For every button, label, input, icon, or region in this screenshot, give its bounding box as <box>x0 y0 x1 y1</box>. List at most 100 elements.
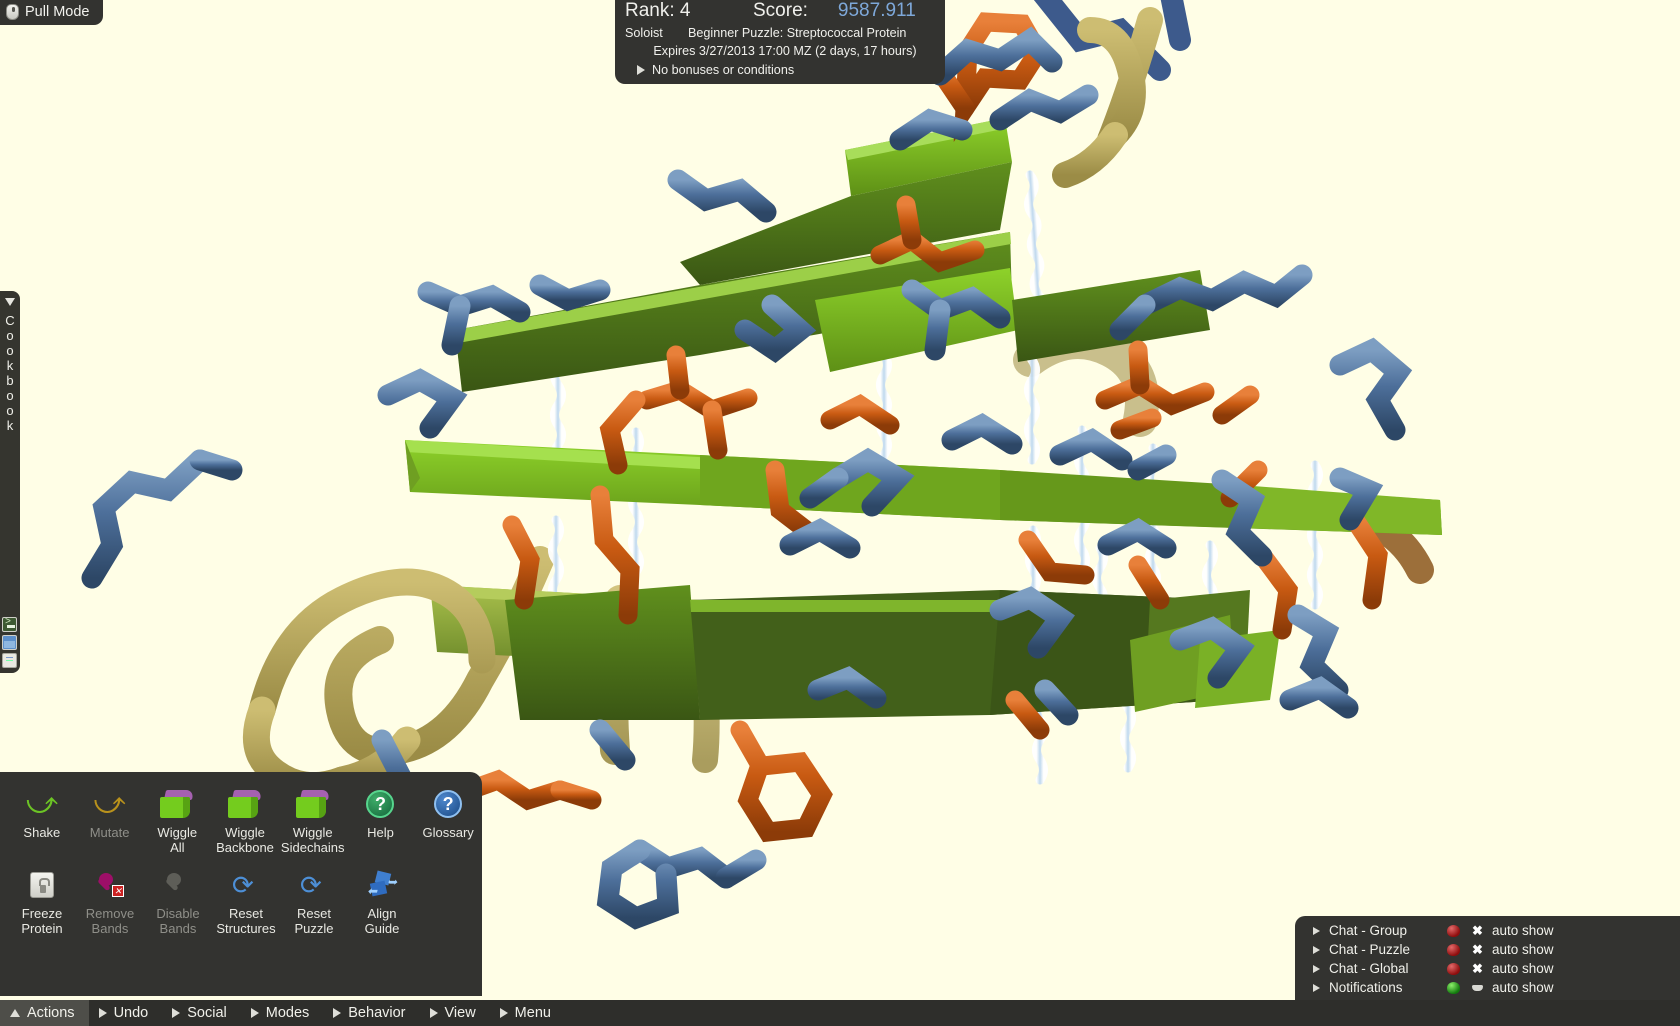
menu-item-social[interactable]: Social <box>162 1000 241 1026</box>
player-type-label: Soloist <box>625 26 688 41</box>
cookbook-panel[interactable]: C o o k b o o k <box>0 291 20 673</box>
reset-puzzle-button[interactable]: ⟳ Reset Puzzle <box>280 867 348 936</box>
lock-icon <box>30 867 54 903</box>
band-disable-icon <box>163 867 193 903</box>
tool-label: Mutate <box>90 826 130 841</box>
puzzle-name-label: Beginner Puzzle: Streptococcal Protein <box>688 26 906 41</box>
menu-item-actions[interactable]: Actions <box>0 1000 89 1026</box>
triangle-right-icon <box>430 1008 438 1018</box>
x-icon[interactable]: ✖ <box>1471 961 1484 977</box>
tool-label: Shake <box>23 826 60 841</box>
chat-row-puzzle[interactable]: Chat - Puzzle ✖ auto show <box>1295 940 1680 959</box>
align-guide-icon: ➥⬅ <box>367 867 397 903</box>
tool-label: Help <box>367 826 394 841</box>
tool-label: Wiggle All <box>157 826 197 855</box>
triangle-right-icon <box>172 1008 180 1018</box>
triangle-right-icon <box>251 1008 259 1018</box>
chevron-right-icon[interactable] <box>1313 927 1320 935</box>
chevron-right-icon[interactable] <box>1313 946 1320 954</box>
chevron-down-icon[interactable] <box>5 298 15 306</box>
terminal-icon[interactable] <box>2 617 17 632</box>
disable-bands-button[interactable]: Disable Bands <box>144 867 212 936</box>
help-button[interactable]: ? Help <box>347 786 415 855</box>
mouse-icon <box>6 4 19 20</box>
chat-panel: Chat - Group ✖ auto show Chat - Puzzle ✖… <box>1295 916 1680 1000</box>
menu-label: Modes <box>266 1005 310 1021</box>
chat-label: Chat - Puzzle <box>1329 942 1447 957</box>
tool-label: Freeze Protein <box>21 907 62 936</box>
menu-label: Undo <box>114 1005 149 1021</box>
cookbook-icon-group <box>2 617 17 668</box>
chat-row-notifications[interactable]: Notifications auto show <box>1295 978 1680 997</box>
cookbook-letter: o <box>5 403 14 418</box>
tool-label: Align Guide <box>365 907 400 936</box>
x-icon[interactable]: ✖ <box>1471 923 1484 939</box>
actions-tool-panel: ⤻ Shake ⤻ Mutate Wiggle All Wiggle Backb… <box>0 772 482 996</box>
tool-label: Wiggle Backbone <box>216 826 274 855</box>
menu-label: View <box>445 1005 476 1021</box>
chevron-right-icon[interactable] <box>1313 965 1320 973</box>
shake-arrow-icon: ⤻ <box>26 786 58 822</box>
tool-label: Reset Structures <box>216 907 275 936</box>
auto-show-label[interactable]: auto show <box>1492 923 1554 938</box>
menu-label: Behavior <box>348 1005 405 1021</box>
chat-row-group[interactable]: Chat - Group ✖ auto show <box>1295 921 1680 940</box>
reset-structures-button[interactable]: ⟳ Reset Structures <box>212 867 280 936</box>
menu-label: Actions <box>27 1005 75 1021</box>
auto-show-label[interactable]: auto show <box>1492 980 1554 995</box>
chat-label: Chat - Group <box>1329 923 1447 938</box>
freeze-protein-button[interactable]: Freeze Protein <box>8 867 76 936</box>
tool-label: Glossary <box>423 826 474 841</box>
pull-mode-badge[interactable]: Pull Mode <box>0 0 103 25</box>
status-led-red[interactable] <box>1447 944 1460 956</box>
sheet-icon <box>228 786 262 822</box>
auto-show-label[interactable]: auto show <box>1492 961 1554 976</box>
cookbook-letter: k <box>5 418 14 433</box>
band-remove-icon: ✕ <box>95 867 125 903</box>
wiggle-sidechains-button[interactable]: Wiggle Sidechains <box>279 786 347 855</box>
chevron-right-icon <box>637 65 645 75</box>
cookbook-letter: o <box>5 343 14 358</box>
tool-row-primary: ⤻ Shake ⤻ Mutate Wiggle All Wiggle Backb… <box>0 772 482 855</box>
menu-item-behavior[interactable]: Behavior <box>323 1000 419 1026</box>
chevron-right-icon[interactable] <box>1313 984 1320 992</box>
cookbook-letter: b <box>5 373 14 388</box>
bonuses-label: No bonuses or conditions <box>652 63 794 77</box>
x-icon[interactable]: ✖ <box>1471 942 1484 958</box>
rank-label: Rank: 4 <box>625 1 753 22</box>
chat-label: Notifications <box>1329 980 1447 995</box>
folder-icon[interactable] <box>2 635 17 650</box>
cookbook-label: C o o k b o o k <box>5 313 14 433</box>
wiggle-backbone-button[interactable]: Wiggle Backbone <box>211 786 279 855</box>
glossary-button[interactable]: ? Glossary <box>414 786 482 855</box>
remove-bands-button[interactable]: ✕ Remove Bands <box>76 867 144 936</box>
wiggle-all-button[interactable]: Wiggle All <box>143 786 211 855</box>
menu-item-view[interactable]: View <box>420 1000 490 1026</box>
tool-label: Remove Bands <box>86 907 134 936</box>
menu-item-modes[interactable]: Modes <box>241 1000 324 1026</box>
menu-item-undo[interactable]: Undo <box>89 1000 163 1026</box>
sheet-icon <box>160 786 194 822</box>
minimize-icon[interactable] <box>1471 985 1484 991</box>
chat-label: Chat - Global <box>1329 961 1447 976</box>
main-menu-bar: Actions Undo Social Modes Behavior View … <box>0 1000 1680 1026</box>
status-panel: Rank: 4 Score: 9587.911 Soloist Beginner… <box>615 0 945 84</box>
status-led-red[interactable] <box>1447 963 1460 975</box>
question-circle-blue-icon: ? <box>434 786 462 822</box>
cookbook-letter: o <box>5 328 14 343</box>
shake-button[interactable]: ⤻ Shake <box>8 786 76 855</box>
mutate-button[interactable]: ⤻ Mutate <box>76 786 144 855</box>
auto-show-label[interactable]: auto show <box>1492 942 1554 957</box>
align-guide-button[interactable]: ➥⬅ Align Guide <box>348 867 416 936</box>
chat-row-global[interactable]: Chat - Global ✖ auto show <box>1295 959 1680 978</box>
cookbook-letter: o <box>5 388 14 403</box>
cookbook-letter: k <box>5 358 14 373</box>
bonuses-disclosure[interactable]: No bonuses or conditions <box>625 63 935 77</box>
cookbook-letter: C <box>5 313 14 328</box>
status-led-red[interactable] <box>1447 925 1460 937</box>
pull-mode-label: Pull Mode <box>25 4 89 20</box>
note-icon[interactable] <box>2 653 17 668</box>
menu-item-menu[interactable]: Menu <box>490 1000 565 1026</box>
status-puzzle-row: Soloist Beginner Puzzle: Streptococcal P… <box>625 26 935 41</box>
status-led-green[interactable] <box>1447 982 1460 994</box>
